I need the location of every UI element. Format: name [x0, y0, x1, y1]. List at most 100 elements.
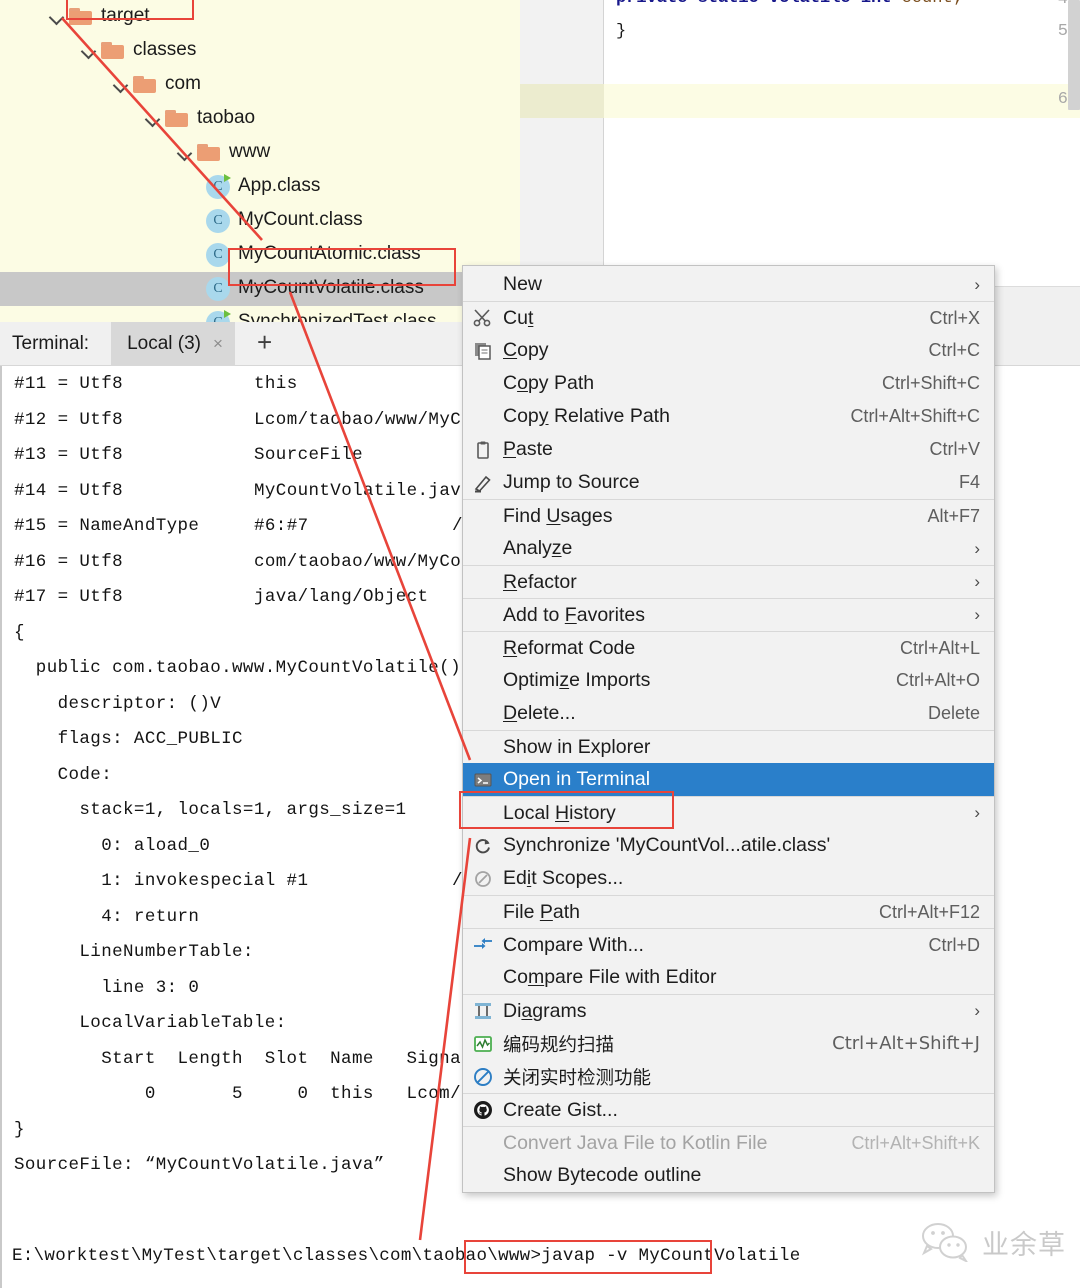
terminal-line-col1: public com.taobao.www.MyCountVolatile();	[2, 658, 472, 678]
menu-item-create-gist[interactable]: Create Gist...	[463, 1093, 994, 1126]
menu-item-show-bytecode-outline[interactable]: Show Bytecode outline	[463, 1159, 994, 1192]
chevron-down-icon[interactable]	[142, 108, 164, 130]
terminal-prompt-line: E:\worktest\MyTest\target\classes\com\ta…	[2, 1246, 801, 1266]
menu-item-refactor[interactable]: Refactor›	[463, 565, 994, 598]
menu-item-label: Reformat Code	[503, 637, 900, 660]
tree-item-classes[interactable]: classes	[0, 34, 520, 68]
add-terminal-button[interactable]: +	[257, 329, 272, 359]
tree-item-taobao[interactable]: taobao	[0, 102, 520, 136]
terminal-line-col1: 1: invokespecial #1	[2, 871, 308, 891]
terminal-line-col2: com/taobao/www/MyCoun	[254, 552, 483, 572]
terminal-line-col1: flags: ACC_PUBLIC	[2, 729, 243, 749]
menu-item-copy[interactable]: CopyCtrl+C	[463, 334, 994, 367]
terminal-line-col1: #13 = Utf8	[2, 445, 123, 465]
terminal-line-col1: #16 = Utf8	[2, 552, 123, 572]
menu-item-synchronize-mycountvol-atile-class[interactable]: Synchronize 'MyCountVol...atile.class'	[463, 829, 994, 862]
chevron-down-icon[interactable]	[110, 74, 132, 96]
menu-item-copy-path[interactable]: Copy PathCtrl+Shift+C	[463, 367, 994, 400]
menu-item-local-history[interactable]: Local History›	[463, 796, 994, 829]
menu-item-edit-scopes[interactable]: Edit Scopes...	[463, 862, 994, 895]
menu-item-label: Create Gist...	[503, 1099, 994, 1122]
terminal-line-col2: java/lang/Object	[254, 587, 428, 607]
menu-item-shortcut: Ctrl+Alt+Shift+J	[832, 1033, 994, 1054]
tree-item-label: www	[229, 141, 270, 165]
menu-item-optimize-imports[interactable]: Optimize ImportsCtrl+Alt+O	[463, 664, 994, 697]
terminal-line-col1: Start Length Slot Name Signature	[2, 1049, 505, 1069]
chevron-down-icon[interactable]	[78, 40, 100, 62]
chevron-down-icon[interactable]	[174, 142, 196, 164]
chevron-right-icon: ›	[974, 605, 994, 625]
menu-item-shortcut: Ctrl+C	[928, 340, 994, 361]
tree-item-label: com	[165, 73, 201, 97]
terminal-line-col1: SourceFile: “MyCountVolatile.java”	[2, 1155, 385, 1175]
tree-item-app-class[interactable]: CApp.class	[0, 170, 520, 204]
menu-item-diagrams[interactable]: Diagrams›	[463, 994, 994, 1027]
tree-item-label: classes	[133, 39, 196, 63]
tree-item-mycountatomic-class[interactable]: CMyCountAtomic.class	[0, 238, 520, 272]
chevron-right-icon: ›	[974, 539, 994, 559]
menu-item-new[interactable]: New›	[463, 268, 994, 301]
scan-icon	[463, 1034, 503, 1054]
tree-item-target[interactable]: target	[0, 0, 520, 34]
menu-item-find-usages[interactable]: Find UsagesAlt+F7	[463, 499, 994, 532]
terminal-line-col1: 4: return	[2, 907, 199, 927]
close-icon[interactable]: ×	[213, 334, 223, 354]
terminal-tab-local[interactable]: Local (3) ×	[111, 322, 235, 366]
menu-item-show-in-explorer[interactable]: Show in Explorer	[463, 730, 994, 763]
menu-item-shortcut: Alt+F7	[927, 506, 994, 527]
folder-icon	[164, 109, 190, 129]
terminal-line-col1: LineNumberTable:	[2, 942, 254, 962]
terminal-line-col2: SourceFile	[254, 445, 363, 465]
menu-item-label: Jump to Source	[503, 471, 959, 494]
terminal-tab-label: Local (3)	[127, 333, 201, 355]
menu-item-label: Delete...	[503, 702, 928, 725]
menu-item-label: Optimize Imports	[503, 669, 896, 692]
compare-icon	[463, 935, 503, 955]
terminal-line-col1: Code:	[2, 765, 112, 785]
tree-item-label: taobao	[197, 107, 255, 131]
tree-item-label: MyCount.class	[238, 209, 363, 233]
tree-item-mycount-class[interactable]: C MyCount.class	[0, 204, 520, 238]
menu-item-label: Show Bytecode outline	[503, 1164, 994, 1187]
menu-item-shortcut: Ctrl+V	[929, 439, 994, 460]
tree-item-www[interactable]: www	[0, 136, 520, 170]
menu-item-open-in-terminal[interactable]: Open in Terminal	[463, 763, 994, 796]
tree-item-com[interactable]: com	[0, 68, 520, 102]
menu-item-file-path[interactable]: File PathCtrl+Alt+F12	[463, 895, 994, 928]
class-icon: C	[206, 209, 230, 233]
chevron-down-icon[interactable]	[46, 6, 68, 28]
editor-gutter-current-line	[520, 84, 604, 118]
menu-item-label: Synchronize 'MyCountVol...atile.class'	[503, 834, 994, 857]
project-tree-panel[interactable]: targetclassescomtaobaowwwCApp.classCMyCo…	[0, 0, 520, 322]
menu-item-add-to-favorites[interactable]: Add to Favorites›	[463, 598, 994, 631]
tree-item-label: MyCountVolatile.class	[238, 277, 424, 301]
menu-item-jump-to-source[interactable]: Jump to SourceF4	[463, 466, 994, 499]
editor-scrollbar[interactable]	[1068, 0, 1080, 110]
menu-item-label: Refactor	[503, 571, 974, 594]
menu-item-analyze[interactable]: Analyze›	[463, 532, 994, 565]
line-number: 4	[1058, 0, 1068, 9]
menu-item-编码规约扫描[interactable]: 编码规约扫描Ctrl+Alt+Shift+J	[463, 1027, 994, 1060]
terminal-line-col2: this	[254, 374, 298, 394]
menu-item-compare-file-with-editor[interactable]: Compare File with Editor	[463, 961, 994, 994]
menu-item-关闭实时检测功能[interactable]: 关闭实时检测功能	[463, 1060, 994, 1093]
class-runnable-icon: C	[206, 311, 230, 322]
menu-item-label: Add to Favorites	[503, 604, 974, 627]
tree-item-label: SynchronizedTest.class	[238, 311, 437, 322]
file-context-menu[interactable]: New›CutCtrl+XCopyCtrl+CCopy PathCtrl+Shi…	[462, 265, 995, 1193]
terminal-line-col1: #15 = NameAndType	[2, 516, 199, 536]
menu-item-shortcut: Delete	[928, 703, 994, 724]
tree-item-mycountvolatile-class[interactable]: CMyCountVolatile.class	[0, 272, 520, 306]
scope-icon	[463, 869, 503, 889]
menu-item-delete[interactable]: Delete...Delete	[463, 697, 994, 730]
tree-item-synchronizedtest-class[interactable]: C SynchronizedTest.class	[0, 306, 520, 322]
menu-item-compare-with[interactable]: Compare With...Ctrl+D	[463, 928, 994, 961]
menu-item-reformat-code[interactable]: Reformat CodeCtrl+Alt+L	[463, 631, 994, 664]
menu-item-copy-relative-path[interactable]: Copy Relative PathCtrl+Alt+Shift+C	[463, 400, 994, 433]
menu-item-paste[interactable]: PasteCtrl+V	[463, 433, 994, 466]
menu-item-cut[interactable]: CutCtrl+X	[463, 301, 994, 334]
terminal-line-col1: #17 = Utf8	[2, 587, 123, 607]
menu-item-shortcut: Ctrl+Alt+L	[900, 638, 994, 659]
class-icon: C	[206, 243, 230, 267]
menu-item-label: Show in Explorer	[503, 736, 994, 759]
